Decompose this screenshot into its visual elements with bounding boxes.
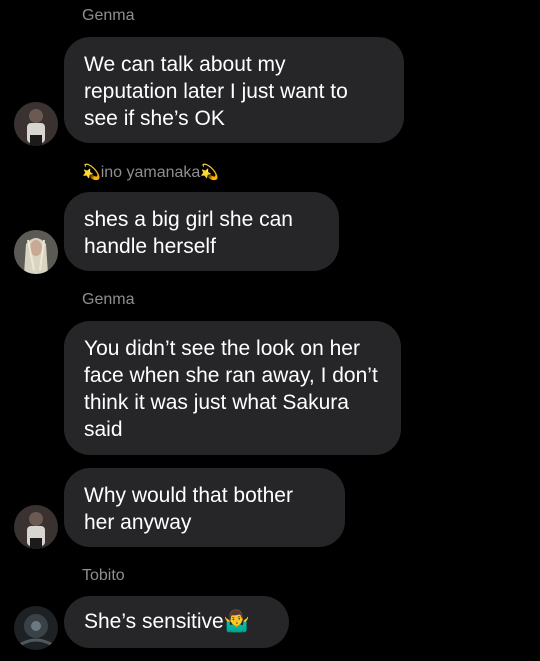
message-bubble[interactable]: We can talk about my reputation later I …	[64, 37, 404, 143]
tobito-avatar[interactable]	[14, 606, 58, 650]
sender-name: Genma	[82, 291, 135, 308]
message-text: We can talk about my reputation later I …	[84, 53, 348, 130]
genma-avatar[interactable]	[14, 505, 58, 549]
message-text: shes a big girl she can handle herself	[84, 208, 293, 258]
ino-avatar[interactable]	[14, 230, 58, 274]
message-text: She’s sensitive🤷‍♂️	[84, 610, 250, 633]
message-text: Why would that bother her anyway	[84, 484, 293, 534]
dizzy-icon: 💫	[200, 164, 219, 181]
dizzy-icon: 💫	[82, 164, 101, 181]
sender-name: Tobito	[82, 567, 125, 584]
message-bubble[interactable]: shes a big girl she can handle herself	[64, 192, 339, 271]
sender-name: 💫ino yamanaka💫	[82, 163, 219, 182]
message-bubble[interactable]: You didn’t see the look on her face when…	[64, 321, 401, 455]
sender-label: ino yamanaka	[100, 164, 201, 181]
sender-name: Genma	[82, 7, 135, 24]
message-text: You didn’t see the look on her face when…	[84, 337, 378, 441]
genma-avatar[interactable]	[14, 102, 58, 146]
message-bubble[interactable]: Why would that bother her anyway	[64, 468, 345, 547]
message-bubble[interactable]: She’s sensitive🤷‍♂️	[64, 596, 289, 648]
